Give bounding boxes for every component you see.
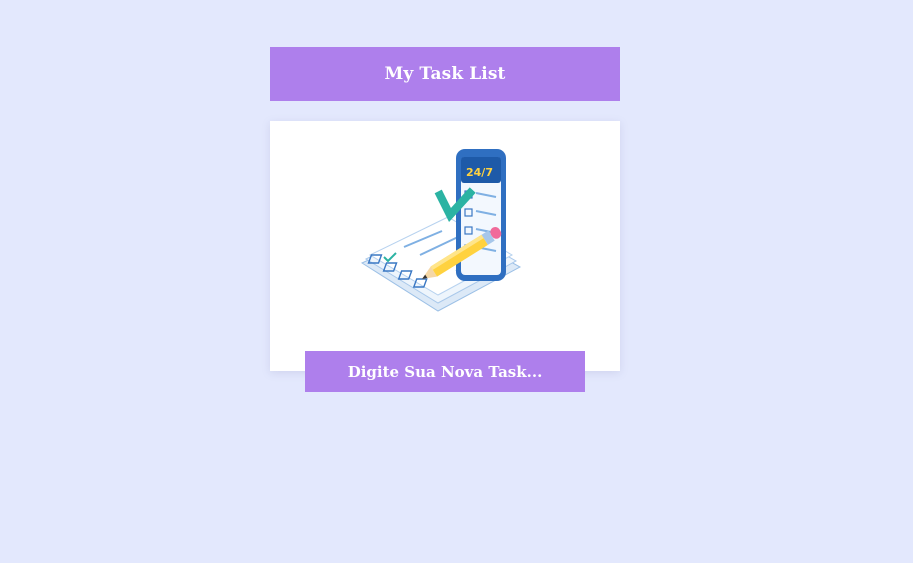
page-title: My Task List xyxy=(384,64,506,84)
new-task-label: Digite Sua Nova Task... xyxy=(347,362,543,381)
task-card: 24/7 Digite Sua Nova Task... xyxy=(270,121,620,392)
page-title-bar: My Task List xyxy=(270,47,620,101)
task-checklist-illustration-icon: 24/7 xyxy=(360,149,522,312)
new-task-button[interactable]: Digite Sua Nova Task... xyxy=(305,351,585,392)
phone-screen-text: 24/7 xyxy=(466,166,493,179)
task-list-app: My Task List 24/7 Digite Sua Nova Task..… xyxy=(270,47,620,392)
